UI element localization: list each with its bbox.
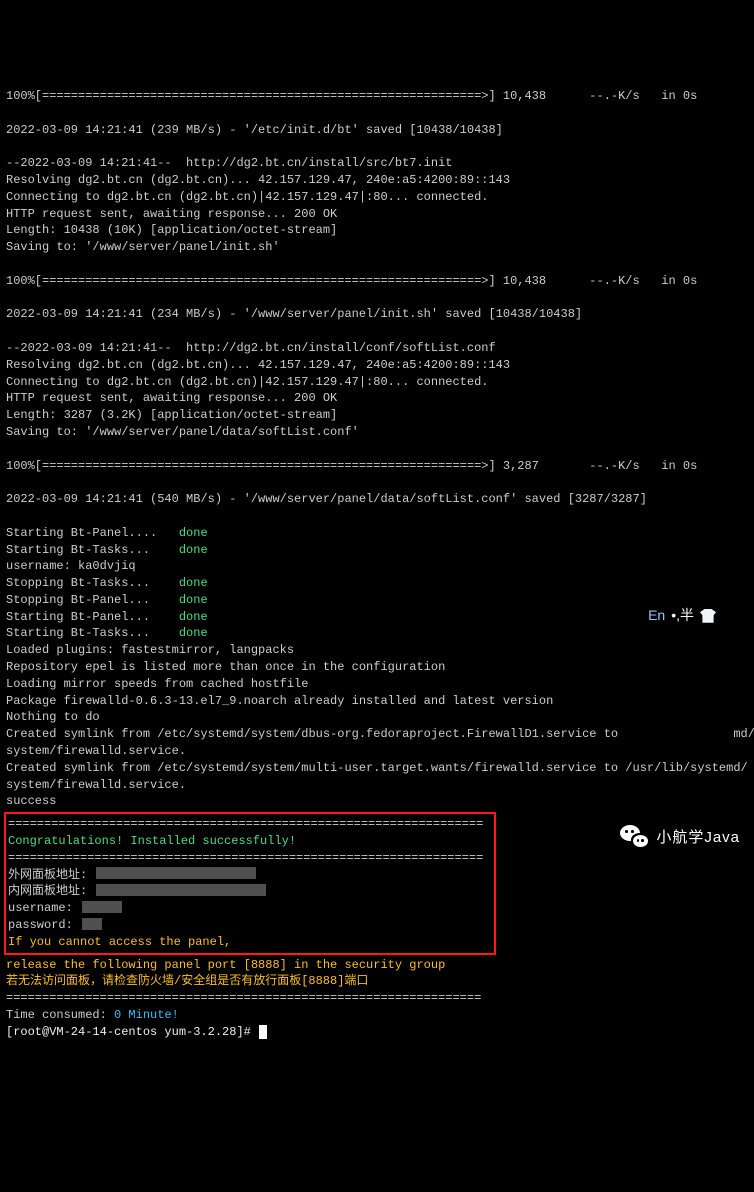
status-done: done	[179, 526, 208, 540]
yum-mirror: Loading mirror speeds from cached hostfi…	[6, 677, 308, 691]
cursor-icon[interactable]	[259, 1025, 267, 1039]
wget-resolve: Resolving dg2.bt.cn (dg2.bt.cn)... 42.15…	[6, 173, 510, 187]
congrats-message: Congratulations! Installed successfully!	[8, 834, 296, 848]
redacted-internal-url	[96, 884, 266, 896]
wget-connect: Connecting to dg2.bt.cn (dg2.bt.cn)|42.1…	[6, 375, 488, 389]
box-divider: ========================================…	[8, 817, 483, 831]
wget-start: --2022-03-09 14:21:41-- http://dg2.bt.cn…	[6, 341, 496, 355]
redacted-password	[82, 918, 102, 930]
svc-line: Starting Bt-Panel....	[6, 526, 157, 540]
wget-length: Length: 10438 (10K) [application/octet-s…	[6, 223, 337, 237]
wget-saving: Saving to: '/www/server/panel/data/softL…	[6, 425, 359, 439]
install-success-box: ========================================…	[4, 812, 496, 954]
status-done: done	[179, 576, 208, 590]
status-done: done	[179, 593, 208, 607]
ime-lang: En	[648, 606, 665, 626]
shirt-icon	[700, 609, 716, 623]
wget-http: HTTP request sent, awaiting response... …	[6, 391, 337, 405]
ime-mode: •,半	[671, 606, 694, 626]
wget-resolve: Resolving dg2.bt.cn (dg2.bt.cn)... 42.15…	[6, 358, 510, 372]
yum-pkg: Package firewalld-0.6.3-13.el7_9.noarch …	[6, 694, 553, 708]
saved-line: 2022-03-09 14:21:41 (239 MB/s) - '/etc/i…	[6, 123, 503, 137]
progress-line: 100%[===================================…	[6, 89, 697, 103]
status-done: done	[179, 626, 208, 640]
access-warning: If you cannot access the panel,	[8, 935, 231, 949]
watermark: 小航学Java	[620, 825, 740, 849]
username-label: username:	[8, 901, 80, 915]
symlink-line: system/firewalld.service.	[6, 778, 186, 792]
terminal-output: 100%[===================================…	[6, 71, 748, 1040]
status-done: done	[179, 610, 208, 624]
progress-line: 100%[===================================…	[6, 459, 697, 473]
redacted-username	[82, 901, 122, 913]
ime-indicator[interactable]: En •,半	[648, 606, 716, 626]
wget-start: --2022-03-09 14:21:41-- http://dg2.bt.cn…	[6, 156, 452, 170]
password-label: password:	[8, 918, 80, 932]
time-consumed-value: 0 Minute!	[114, 1008, 179, 1022]
svc-line: Starting Bt-Panel...	[6, 610, 150, 624]
time-consumed-label: Time consumed:	[6, 1008, 114, 1022]
svc-line: Stopping Bt-Tasks...	[6, 576, 150, 590]
success-line: success	[6, 794, 56, 808]
shell-prompt[interactable]: [root@VM-24-14-centos yum-3.2.28]#	[6, 1025, 258, 1039]
symlink-line: system/firewalld.service.	[6, 744, 186, 758]
saved-line: 2022-03-09 14:21:41 (234 MB/s) - '/www/s…	[6, 307, 582, 321]
wget-http: HTTP request sent, awaiting response... …	[6, 207, 337, 221]
yum-plugins: Loaded plugins: fastestmirror, langpacks	[6, 643, 294, 657]
saved-line: 2022-03-09 14:21:41 (540 MB/s) - '/www/s…	[6, 492, 647, 506]
redacted-external-url	[96, 867, 256, 879]
internal-panel-label: 内网面板地址:	[8, 884, 94, 898]
svc-line: Stopping Bt-Panel...	[6, 593, 150, 607]
wget-length: Length: 3287 (3.2K) [application/octet-s…	[6, 408, 337, 422]
yum-nothing: Nothing to do	[6, 710, 100, 724]
release-port-cn: 若无法访问面板，请检查防火墙/安全组是否有放行面板[8888]端口	[6, 974, 368, 988]
post-divider: ========================================…	[6, 991, 481, 1005]
external-panel-label: 外网面板地址:	[8, 868, 94, 882]
wget-connect: Connecting to dg2.bt.cn (dg2.bt.cn)|42.1…	[6, 190, 488, 204]
symlink-line: Created symlink from /etc/systemd/system…	[6, 727, 618, 741]
symlink-line: Created symlink from /etc/systemd/system…	[6, 761, 748, 775]
yum-repo: Repository epel is listed more than once…	[6, 660, 445, 674]
svc-line: Starting Bt-Tasks...	[6, 543, 150, 557]
progress-line: 100%[===================================…	[6, 274, 697, 288]
release-port-en: release the following panel port [8888] …	[6, 958, 445, 972]
watermark-text: 小航学Java	[656, 827, 740, 848]
svc-line: Starting Bt-Tasks...	[6, 626, 150, 640]
wget-saving: Saving to: '/www/server/panel/init.sh'	[6, 240, 280, 254]
wechat-icon	[620, 825, 648, 849]
status-done: done	[179, 543, 208, 557]
username-generated: username: ka0dvjiq	[6, 559, 136, 573]
